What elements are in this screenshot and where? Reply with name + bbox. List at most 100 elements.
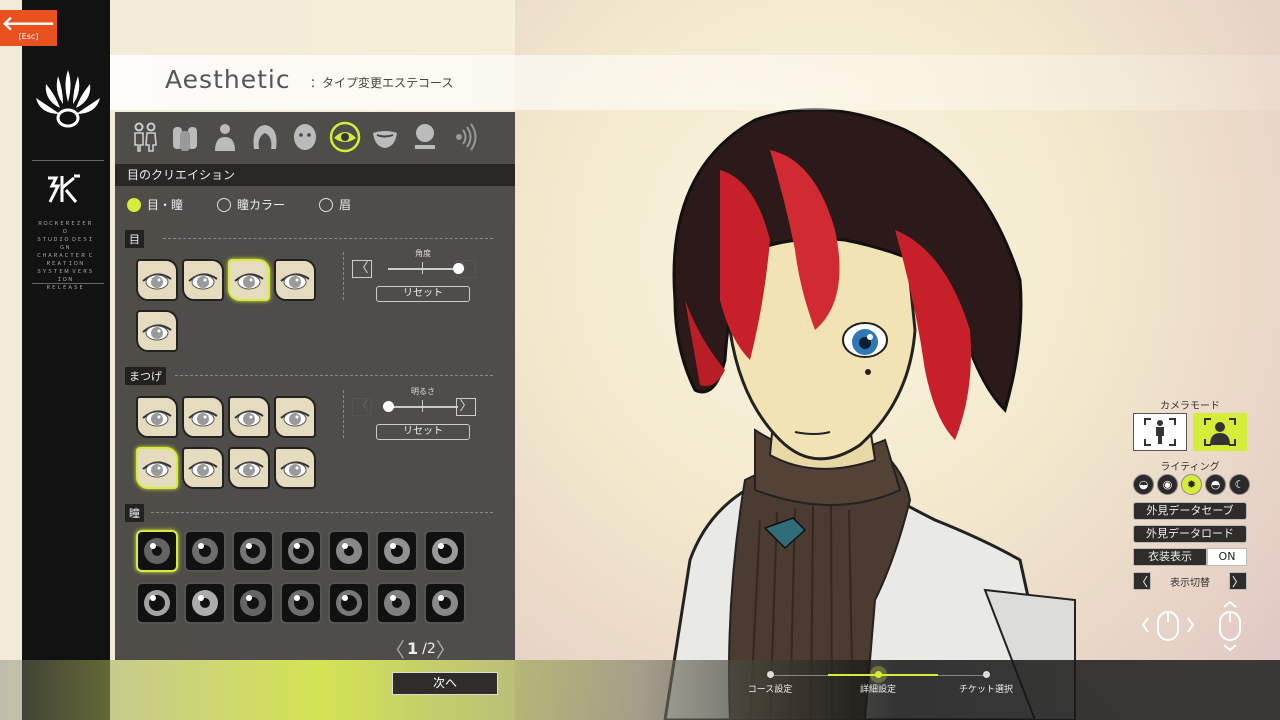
pupil-option[interactable] [376,530,418,572]
sunset-icon[interactable]: ◓ [1205,474,1226,495]
lash-option[interactable] [274,447,316,489]
lotus-logo-icon [36,70,100,128]
pupil-option[interactable] [232,582,274,624]
couple-icon[interactable] [125,117,165,157]
outfit-toggle-value[interactable]: ON [1207,548,1247,566]
pupil-option[interactable] [424,582,466,624]
lash-option[interactable] [136,447,178,489]
step-ticket[interactable]: チケット選択 [936,668,1036,695]
outfit-toggle[interactable]: 衣装表示 ON [1133,548,1247,566]
lash-option[interactable] [182,447,224,489]
pupil-option[interactable] [232,530,274,572]
slider-track [388,406,458,408]
back-button[interactable]: 🡐 [Esc] [0,10,57,46]
lash-option[interactable] [274,396,316,438]
pupil-option[interactable] [424,530,466,572]
full-body-icon [1144,418,1176,446]
page-current: 1 [407,639,419,658]
voice-icon[interactable] [445,117,485,157]
pupil-option[interactable] [184,530,226,572]
body-icon[interactable] [205,117,245,157]
next-button[interactable]: 次へ [392,672,498,695]
pupil-option[interactable] [280,530,322,572]
sunrise-icon[interactable]: ◒ [1133,474,1154,495]
section-title: 目のクリエイション [115,164,515,186]
slider-knob[interactable] [383,401,394,412]
lash-section-label: まつげ [125,367,166,385]
divider [163,238,493,239]
upper-body-icon [1204,418,1236,446]
lash-option[interactable] [228,447,270,489]
cloudy-icon[interactable]: ◉ [1157,474,1178,495]
eye-shape-option[interactable] [228,259,270,301]
slider-knob[interactable] [453,263,464,274]
pupil-option[interactable] [280,582,322,624]
bottom-bar [0,660,1280,720]
slider-right-button[interactable]: 〉 [456,398,476,416]
step-label: チケット選択 [958,685,1013,695]
lash-reset-button[interactable]: リセット [376,424,470,440]
switch-label: 表示切替 [1170,578,1210,589]
lash-option[interactable] [182,396,224,438]
back-arrow-icon: 🡐 [1,11,56,35]
lash-option[interactable] [228,396,270,438]
camera-upper-body-button[interactable] [1193,413,1247,451]
pupil-option[interactable] [136,582,178,624]
eye-shape-option[interactable] [182,259,224,301]
radio-eye-pupil[interactable]: 目・瞳 [127,196,183,213]
pager: 〈 1 /2 〉 [385,634,456,663]
eye-shape-option[interactable] [136,310,178,352]
prev-page-button[interactable]: 〈 [385,634,405,663]
company-logo-icon [48,174,80,203]
radio-eyebrow[interactable]: 眉 [319,196,351,213]
mouth-icon[interactable] [365,117,405,157]
eye-reset-button[interactable]: リセット [376,286,470,302]
step-course[interactable]: コース設定 [720,668,820,695]
radio-pupil-color[interactable]: 瞳カラー [217,196,285,213]
creation-panel: 目のクリエイション 目・瞳 瞳カラー 眉 目 角度 〈 〉 リセット まつげ 明… [115,112,515,663]
moon-icon[interactable]: ☾ [1229,474,1250,495]
hair-icon[interactable] [245,117,285,157]
pupil-option[interactable] [376,582,418,624]
pupil-option[interactable] [184,582,226,624]
pupil-option[interactable] [328,582,370,624]
eye-icon[interactable] [325,117,365,157]
step-detail[interactable]: 詳細設定 [828,668,928,695]
lighting-label: ライティング [1160,462,1220,473]
face-icon[interactable] [285,117,325,157]
next-page-button[interactable]: 〉 [436,634,456,663]
slider-left-button[interactable]: 〈 [352,260,372,278]
mouse-rotate-icon [1141,611,1195,641]
radio-dot [127,197,141,212]
display-switch: 〈 表示切替 〉 [1133,572,1247,590]
eye-shape-option[interactable] [274,259,316,301]
pupil-option[interactable] [136,530,178,572]
camera-full-body-button[interactable] [1133,413,1187,451]
category-tabs [115,112,515,162]
lighting-buttons: ◒ ◉ ✹ ◓ ☾ [1133,474,1250,495]
slider-left-button[interactable]: 〈 [352,398,372,416]
page-title: Aesthetic [165,65,291,94]
switch-next-button[interactable]: 〉 [1229,572,1247,590]
eye-shape-option[interactable] [136,259,178,301]
outfit-toggle-label: 衣装表示 [1133,548,1207,566]
pupil-section-label: 瞳 [125,504,144,522]
step-dot [874,671,882,678]
slider-track [388,268,458,270]
sun-icon[interactable]: ✹ [1181,474,1202,495]
group-icon[interactable] [165,117,205,157]
divider [343,390,344,438]
slider-center-tick [422,400,423,412]
lash-option[interactable] [136,396,178,438]
page-total: /2 [422,640,436,657]
step-dot [982,671,990,678]
eye-angle-slider: 角度 〈 〉 リセット [348,249,498,312]
pupil-option[interactable] [328,530,370,572]
makeup-icon[interactable] [405,117,445,157]
slider-label: 明るさ [411,387,435,396]
header-band: Aesthetic ：タイプ変更エステコース [110,55,1280,110]
eye-section-label: 目 [125,230,144,248]
appearance-load-button[interactable]: 外見データロード [1133,525,1247,543]
switch-prev-button[interactable]: 〈 [1133,572,1151,590]
appearance-save-button[interactable]: 外見データセーブ [1133,502,1247,520]
